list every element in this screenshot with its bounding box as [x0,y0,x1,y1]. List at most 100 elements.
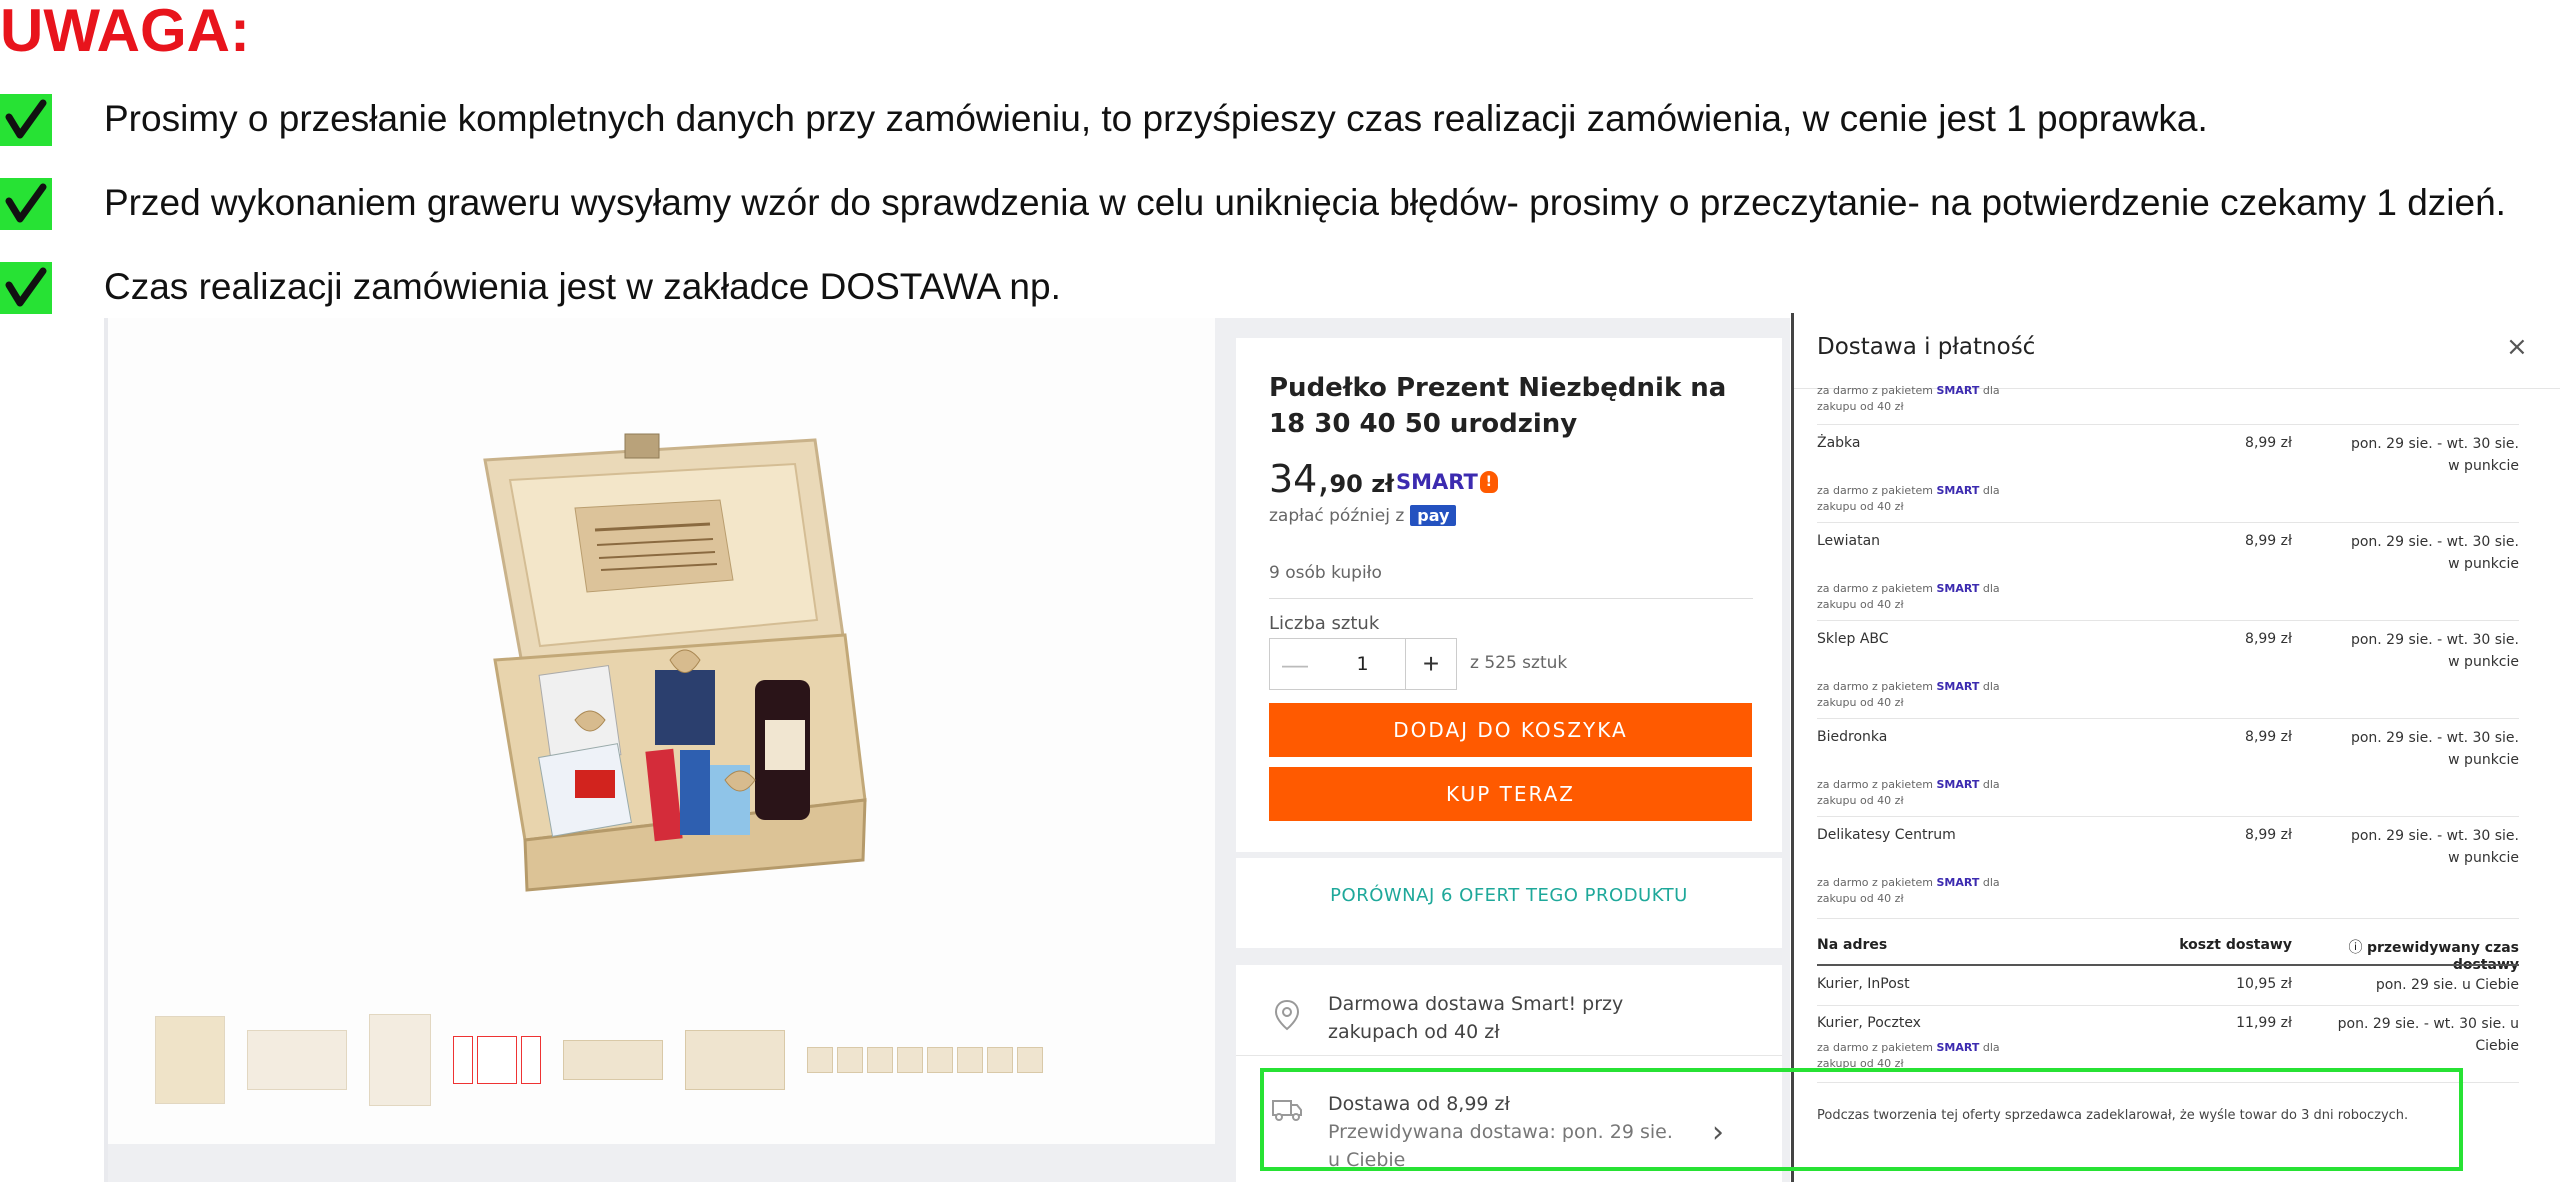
time-header: ⓘ przewidywany czas dostawy [2302,937,2519,973]
smart-label: SMART [1396,470,1478,494]
smart-label: SMART [1936,778,1980,791]
smart-badge: SMART ! [1396,470,1498,494]
pay-later-text: zapłać później z [1269,505,1405,526]
when-line2: w punkcie [2448,654,2519,670]
row-divider [1817,816,2519,817]
courier-price: 11,99 zł [2236,1015,2292,1031]
row-divider [1817,1005,2519,1006]
courier-name: Kurier, Pocztex [1817,1015,1921,1031]
note-prefix: za darmo z pakietem [1817,582,1933,595]
smart-note: za darmo z pakietem SMART dla zakupu od 4… [1817,483,2037,515]
pickup-when: pon. 29 sie. - wt. 30 sie. w punkcie [2300,629,2519,673]
note-suffix: dla [1982,582,2000,595]
thumbnail-group[interactable] [685,1030,785,1090]
note-prefix: za darmo z pakietem [1817,384,1933,397]
notice-heading: UWAGA: [0,0,250,64]
note-suffix: dla [1982,1041,2000,1054]
divider [1269,598,1753,599]
note-suffix: dla [1982,680,2000,693]
when-line2: w punkcie [2448,752,2519,768]
note-prefix: za darmo z pakietem [1817,876,1933,889]
thumbnail-group[interactable] [453,1036,541,1084]
smart-note: za darmo z pakietem SMART dla zakupu od 4… [1817,875,2037,907]
row-divider [1817,918,2519,919]
when-line1: pon. 29 sie. - wt. 30 sie. [2350,534,2519,550]
smart-bulb-icon: ! [1479,471,1498,493]
note-line2: zakupu od 40 zł [1817,598,1904,611]
when-line2: w punkcie [2448,458,2519,474]
thumbnail-group[interactable] [563,1040,663,1080]
when-line2: w punkcie [2448,850,2519,866]
note-prefix: za darmo z pakietem [1817,778,1933,791]
thumbnail[interactable] [247,1030,347,1090]
smart-note: za darmo z pakietem SMART dla zakupu od … [1817,383,2037,415]
buy-now-button[interactable]: KUP TERAZ [1269,767,1752,821]
product-main-image[interactable] [455,420,875,900]
note-prefix: za darmo z pakietem [1817,680,1933,693]
pay-badge[interactable]: pay [1410,505,1457,526]
smart-label: SMART [1936,876,1980,889]
smart-label: SMART [1936,582,1980,595]
pickup-price: 8,99 zł [2245,827,2292,843]
section-divider [1817,964,2519,966]
notice-text: Czas realizacji zamówienia jest w zakład… [104,266,1061,307]
note-line2: zakupu od 40 zł [1817,400,1904,413]
thumbnail-group[interactable] [807,1047,1043,1073]
quantity-label: Liczba sztuk [1269,613,1380,634]
when-line1: pon. 29 sie. - wt. 30 sie. [2350,828,2519,844]
pay-later: zapłać później z pay [1269,505,1457,526]
note-prefix: za darmo z pakietem [1817,1041,1933,1054]
smart-label: SMART [1936,680,1980,693]
when-line2: w punkcie [2448,556,2519,572]
note-line2: zakupu od 40 zł [1817,500,1904,513]
pickup-name: Delikatesy Centrum [1817,827,1956,843]
panel-title: Dostawa i płatność [1817,334,2036,360]
price-rest: 90 zł [1329,470,1395,498]
add-to-cart-button[interactable]: DODAJ DO KOSZYKA [1269,703,1752,757]
product-title: Pudełko Prezent Niezbędnik na 18 30 40 5… [1269,373,1727,439]
smart-label: SMART [1936,484,1980,497]
smart-label: SMART [1936,1041,1980,1054]
checkmark-icon [0,262,52,314]
pickup-name: Sklep ABC [1817,631,1889,647]
compare-offers-link[interactable]: PORÓWNAJ 6 OFERT TEGO PRODUKTU [1236,885,1782,906]
pickup-price: 8,99 zł [2245,533,2292,549]
quantity-decrease-button[interactable]: — [1269,638,1321,690]
note-suffix: dla [1982,384,2000,397]
pickup-when: pon. 29 sie. - wt. 30 sie. w punkcie [2300,433,2519,477]
location-pin-icon [1274,999,1300,1031]
smart-note: za darmo z pakietem SMART dla zakupu od 4… [1817,777,2037,809]
notice-text: Prosimy o przesłanie kompletnych danych … [104,98,2208,139]
thumbnail[interactable] [369,1014,431,1106]
free-delivery-info: Darmowa dostawa Smart! przy zakupach od … [1328,990,1623,1046]
pickup-when: pon. 29 sie. - wt. 30 sie. w punkcie [2300,727,2519,771]
pickup-name: Lewiatan [1817,533,1881,549]
quantity-input[interactable] [1320,638,1406,690]
row-divider [1817,620,2519,621]
checkmark-icon [0,178,52,230]
bought-count: 9 osób kupiło [1269,563,1382,583]
free-delivery-line2: zakupach od 40 zł [1328,1021,1500,1043]
time-header-label: przewidywany czas dostawy [2366,940,2519,973]
when-line1: pon. 29 sie. - wt. 30 sie. [2350,730,2519,746]
notice-text: Przed wykonaniem graweru wysyłamy wzór d… [104,182,2506,223]
quantity-increase-button[interactable]: + [1405,638,1457,690]
note-suffix: dla [1982,778,2000,791]
close-icon[interactable]: × [2506,332,2528,362]
pickup-when: pon. 29 sie. - wt. 30 sie. w punkcie [2300,825,2519,869]
smart-label: SMART [1936,384,1980,397]
smart-note: za darmo z pakietem SMART dla zakupu od 4… [1817,581,2037,613]
smart-note: za darmo z pakietem SMART dla zakupu od 4… [1817,679,2037,711]
note-line2: zakupu od 40 zł [1817,892,1904,905]
pickup-price: 8,99 zł [2245,435,2292,451]
checkmark-icon [0,94,52,146]
row-divider [1817,522,2519,523]
thumbnail[interactable] [155,1016,225,1104]
courier-when: pon. 29 sie. u Ciebie [2375,977,2519,993]
info-icon[interactable]: ⓘ [2349,940,2367,956]
pickup-price: 8,99 zł [2245,631,2292,647]
thumbnail-strip [155,1010,1043,1110]
row-divider [1817,718,2519,719]
note-line2: zakupu od 40 zł [1817,696,1904,709]
product-price: 34,90 zł [1269,457,1394,501]
